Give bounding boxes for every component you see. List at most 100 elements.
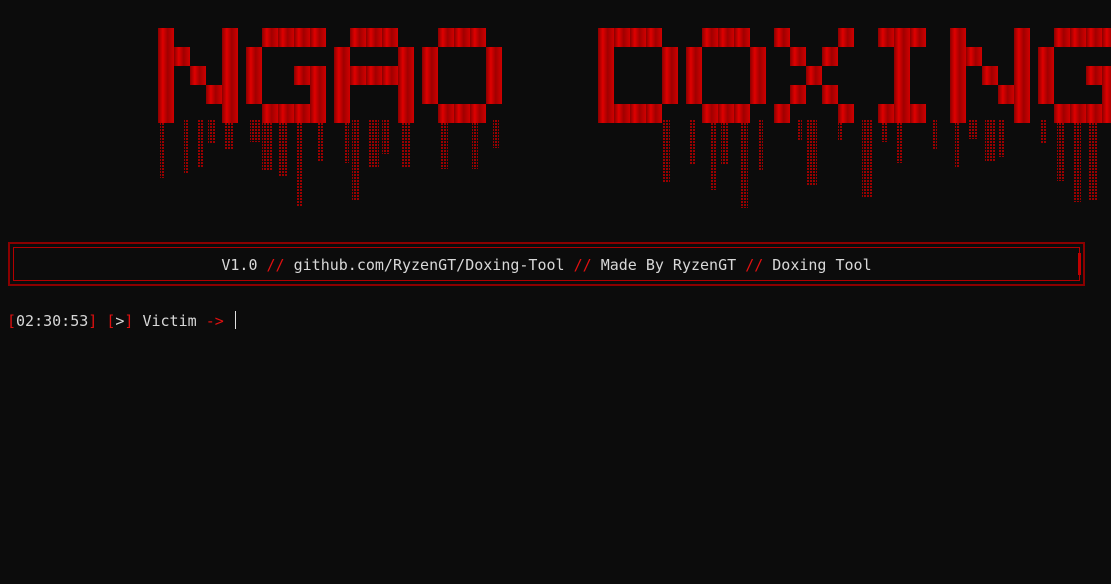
- logo-drip: [968, 119, 978, 139]
- logo-pixel: [470, 104, 486, 123]
- logo-pixel: [470, 28, 486, 47]
- logo-pixel: [278, 28, 294, 47]
- logo-pixel: [1014, 85, 1030, 104]
- logo-drip: [711, 119, 717, 190]
- logo-pixel: [1054, 104, 1070, 123]
- logo-pixel: [910, 28, 926, 47]
- logo-pixel: [246, 85, 262, 104]
- separator: //: [745, 256, 764, 274]
- logo-pixel: [894, 104, 910, 123]
- logo-pixel: [1102, 66, 1111, 85]
- logo-pixel: [294, 28, 310, 47]
- logo-pixel: [1014, 66, 1030, 85]
- text-cursor: [234, 311, 236, 329]
- logo-pixel: [734, 28, 750, 47]
- logo-drip: [1057, 119, 1064, 181]
- logo-pixel: [790, 47, 806, 66]
- logo-pixel: [398, 47, 414, 66]
- logo-pixel: [822, 85, 838, 104]
- logo-pixel: [382, 28, 398, 47]
- logo-pixel: [894, 66, 910, 85]
- logo-drip: [807, 119, 817, 185]
- logo-pixel: [366, 28, 382, 47]
- logo-pixel: [294, 66, 310, 85]
- logo-pixel: [222, 85, 238, 104]
- logo-pixel: [310, 104, 326, 123]
- logo-pixel: [718, 28, 734, 47]
- logo-drip: [369, 119, 379, 167]
- logo-drip: [933, 119, 937, 150]
- command-prompt[interactable]: [02:30:53] [>] Victim ->: [7, 311, 236, 330]
- logo-pixel: [222, 66, 238, 85]
- logo-pixel: [422, 66, 438, 85]
- logo-pixel: [598, 66, 614, 85]
- logo-pixel: [222, 28, 238, 47]
- logo-drip: [985, 119, 996, 162]
- logo-pixel: [1086, 66, 1102, 85]
- logo-drip: [160, 119, 164, 178]
- logo-pixel: [246, 47, 262, 66]
- logo-drip: [862, 119, 872, 197]
- logo-pixel: [894, 28, 910, 47]
- dripping-logo-art: [158, 28, 1111, 208]
- logo-pixel: [262, 28, 278, 47]
- logo-pixel: [334, 85, 350, 104]
- logo-pixel: [662, 47, 678, 66]
- logo-pixel: [366, 66, 382, 85]
- logo-pixel: [486, 66, 502, 85]
- version-text: V1.0: [221, 256, 258, 274]
- logo-pixel: [774, 104, 790, 123]
- logo-pixel: [878, 104, 894, 123]
- logo-pixel: [438, 104, 454, 123]
- logo-drip: [897, 119, 902, 163]
- terminal-window: V1.0 // github.com/RyzenGT/Doxing-Tool /…: [0, 0, 1111, 584]
- logo-pixel: [158, 66, 174, 85]
- logo-pixel: [702, 28, 718, 47]
- logo-pixel: [878, 28, 894, 47]
- logo-pixel: [398, 66, 414, 85]
- logo-pixel: [1102, 104, 1111, 123]
- logo-pixel: [158, 104, 174, 123]
- logo-drip: [279, 119, 288, 177]
- logo-pixel: [1086, 28, 1102, 47]
- logo-drip: [741, 119, 748, 208]
- logo-pixel: [206, 85, 222, 104]
- logo-drip: [402, 119, 411, 167]
- logo-drip: [345, 119, 349, 163]
- logo-pixel: [630, 28, 646, 47]
- timestamp: 02:30:53: [16, 312, 89, 330]
- logo-drip: [441, 119, 448, 169]
- logo-pixel: [350, 66, 366, 85]
- logo-pixel: [718, 104, 734, 123]
- logo-pixel: [998, 85, 1014, 104]
- bracket: [: [7, 312, 17, 330]
- logo-pixel: [950, 66, 966, 85]
- logo-drip: [690, 119, 695, 164]
- logo-pixel: [894, 85, 910, 104]
- logo-pixel: [1038, 66, 1054, 85]
- logo-pixel: [422, 47, 438, 66]
- logo-pixel: [334, 66, 350, 85]
- logo-pixel: [686, 85, 702, 104]
- logo-pixel: [910, 104, 926, 123]
- logo-pixel: [686, 47, 702, 66]
- logo-drip: [382, 119, 389, 154]
- logo-pixel: [1070, 104, 1086, 123]
- logo-pixel: [310, 28, 326, 47]
- logo-pixel: [750, 66, 766, 85]
- logo-drip: [493, 119, 499, 148]
- logo-pixel: [1086, 104, 1102, 123]
- logo-drip: [197, 119, 203, 167]
- logo-pixel: [1038, 85, 1054, 104]
- logo-pixel: [838, 104, 854, 123]
- logo-pixel: [174, 47, 190, 66]
- logo-drip: [296, 119, 303, 207]
- logo-drip: [797, 119, 802, 140]
- logo-drip: [721, 119, 729, 164]
- logo-pixel: [262, 104, 278, 123]
- logo-pixel: [806, 66, 822, 85]
- logo-pixel: [646, 104, 662, 123]
- logo-pixel: [486, 85, 502, 104]
- logo-pixel: [158, 28, 174, 47]
- logo-pixel: [950, 104, 966, 123]
